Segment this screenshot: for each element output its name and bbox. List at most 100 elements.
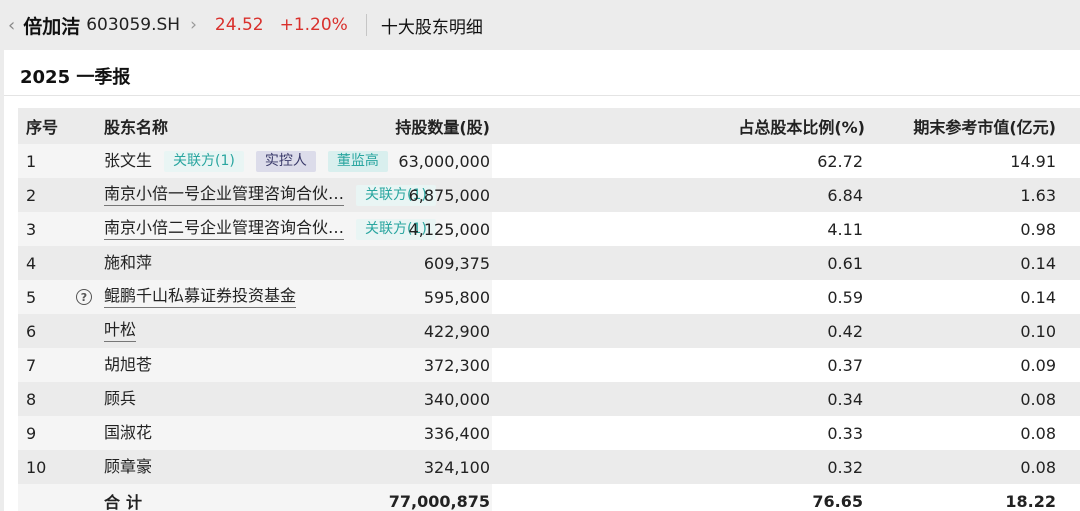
shareholder-name-link[interactable]: 国淑花 xyxy=(104,423,152,443)
shares-cell: 4,125,000 xyxy=(408,219,490,239)
price-change-pct: +1.20% xyxy=(279,15,348,35)
table-row[interactable]: 2 南京小倍一号企业管理咨询合伙… 关联方(1) 6,875,000 6.84 1.63 xyxy=(18,178,1080,212)
row-background xyxy=(492,246,1080,280)
tag-rel[interactable]: 关联方(1) xyxy=(164,150,244,172)
ratio-cell: 0.34 xyxy=(827,389,863,409)
table-row[interactable]: 9 国淑花 336,400 0.33 0.08 xyxy=(18,416,1080,450)
shares-cell: 324,100 xyxy=(423,457,490,477)
shareholder-name-cell: 国淑花 xyxy=(104,416,152,450)
row-index: 10 xyxy=(26,457,47,477)
row-index: 7 xyxy=(26,355,37,375)
table-row[interactable]: 5? 鲲鹏千山私募证券投资基金 595,800 0.59 0.14 xyxy=(18,280,1080,314)
row-index: 4 xyxy=(26,253,37,273)
table-row[interactable]: 8 顾兵 340,000 0.34 0.08 xyxy=(18,382,1080,416)
col-header-name[interactable]: 股东名称 xyxy=(104,108,168,144)
shareholder-name-cell: 张文生 关联方(1) 实控人 董监高 xyxy=(104,144,388,178)
table-row[interactable]: 4 施和萍 609,375 0.61 0.14 xyxy=(18,246,1080,280)
ratio-cell: 62.72 xyxy=(817,151,863,171)
header-divider xyxy=(365,14,367,36)
shares-cell: 609,375 xyxy=(423,253,490,273)
row-background xyxy=(492,348,1080,382)
chevron-left-icon[interactable]: ‹ xyxy=(8,15,15,36)
stock-price: 24.52 xyxy=(214,15,264,35)
market-value-cell: 0.14 xyxy=(1020,287,1056,307)
shareholder-table: 序号 股东名称 持股数量(股) 占总股本比例(%) 期末参考市值(亿元) 1 张文… xyxy=(18,108,1080,511)
shareholder-name-link[interactable]: 胡旭苍 xyxy=(104,355,152,375)
ratio-cell: 4.11 xyxy=(827,219,863,239)
section-divider xyxy=(4,95,1080,96)
row-background xyxy=(492,416,1080,450)
shares-cell: 422,900 xyxy=(423,321,490,341)
row-index: 2 xyxy=(26,185,37,205)
chevron-right-icon[interactable]: › xyxy=(190,15,197,35)
shares-cell: 336,400 xyxy=(423,423,490,443)
row-background xyxy=(492,450,1080,484)
table-row[interactable]: 3 南京小倍二号企业管理咨询合伙… 关联方(1) 4,125,000 4.11 0.98 xyxy=(18,212,1080,246)
shareholder-name-link[interactable]: 南京小倍二号企业管理咨询合伙… xyxy=(104,218,345,240)
row-background xyxy=(492,178,1080,212)
shareholder-name-link[interactable]: 顾章豪 xyxy=(104,457,152,477)
col-header-shares[interactable]: 持股数量(股) xyxy=(395,108,490,144)
shares-cell: 372,300 xyxy=(423,355,490,375)
row-background xyxy=(18,246,492,280)
shareholder-name-link[interactable]: 鲲鹏千山私募证券投资基金 xyxy=(104,286,297,308)
table-row[interactable]: 10 顾章豪 324,100 0.32 0.08 xyxy=(18,450,1080,484)
row-background xyxy=(18,416,492,450)
page-title: 十大股东明细 xyxy=(380,17,483,38)
market-value-cell: 0.08 xyxy=(1020,457,1056,477)
col-header-market-value[interactable]: 期末参考市值(亿元) xyxy=(913,108,1056,144)
shareholder-name-cell: 南京小倍二号企业管理咨询合伙… 关联方(1) xyxy=(104,212,436,246)
market-value-cell: 0.09 xyxy=(1020,355,1056,375)
market-value-cell: 14.91 xyxy=(1010,151,1056,171)
tag-exec[interactable]: 董监高 xyxy=(327,150,388,172)
row-index: 8 xyxy=(26,389,37,409)
table-row[interactable]: 1 张文生 关联方(1) 实控人 董监高 63,000,000 62.72 14.91 xyxy=(18,144,1080,178)
tag-ctl[interactable]: 实控人 xyxy=(255,150,316,172)
row-background xyxy=(492,144,1080,178)
shareholder-name-cell: 顾章豪 xyxy=(104,450,152,484)
row-background xyxy=(492,382,1080,416)
shareholder-name-link[interactable]: 顾兵 xyxy=(104,389,136,409)
row-background xyxy=(18,314,492,348)
col-header-index[interactable]: 序号 xyxy=(26,108,58,144)
ratio-cell: 6.84 xyxy=(827,185,863,205)
shareholder-name-cell: 南京小倍一号企业管理咨询合伙… 关联方(1) xyxy=(104,178,436,212)
table-header-row: 序号 股东名称 持股数量(股) 占总股本比例(%) 期末参考市值(亿元) xyxy=(18,108,1080,144)
shareholder-name-link[interactable]: 施和萍 xyxy=(104,253,152,273)
total-market-value: 18.22 xyxy=(1005,491,1056,511)
shares-cell: 6,875,000 xyxy=(408,185,490,205)
shareholder-name-link[interactable]: 南京小倍一号企业管理咨询合伙… xyxy=(104,184,345,206)
row-background xyxy=(18,348,492,382)
row-background xyxy=(492,484,1080,511)
ratio-cell: 0.59 xyxy=(827,287,863,307)
total-label: 合计 xyxy=(104,493,149,511)
row-background xyxy=(492,212,1080,246)
shares-cell: 340,000 xyxy=(423,389,490,409)
row-background xyxy=(492,280,1080,314)
shareholder-name-cell: 顾兵 xyxy=(104,382,136,416)
total-ratio: 76.65 xyxy=(812,491,863,511)
row-index: 6 xyxy=(26,321,37,341)
table-row[interactable]: 6 叶松 422,900 0.42 0.10 xyxy=(18,314,1080,348)
shareholder-name-link[interactable]: 叶松 xyxy=(104,320,137,342)
shareholder-name-cell: 叶松 xyxy=(104,314,137,348)
shareholder-name-cell: 施和萍 xyxy=(104,246,152,280)
content-card: 2025 一季报 序号 股东名称 持股数量(股) 占总股本比例(%) 期末参考市… xyxy=(4,50,1080,511)
stock-name[interactable]: 倍加洁 xyxy=(23,12,80,39)
shareholder-name-link[interactable]: 张文生 xyxy=(104,151,152,171)
row-index: 9 xyxy=(26,423,37,443)
table-row[interactable]: 7 胡旭苍 372,300 0.37 0.09 xyxy=(18,348,1080,382)
ratio-cell: 0.32 xyxy=(827,457,863,477)
row-index: 3 xyxy=(26,219,37,239)
row-background xyxy=(492,314,1080,348)
report-period-title: 2025 一季报 xyxy=(20,67,131,88)
row-background xyxy=(18,450,492,484)
market-value-cell: 1.63 xyxy=(1020,185,1056,205)
help-icon[interactable]: ? xyxy=(76,289,92,305)
shares-cell: 595,800 xyxy=(423,287,490,307)
ratio-cell: 0.33 xyxy=(827,423,863,443)
col-header-ratio[interactable]: 占总股本比例(%) xyxy=(738,108,865,144)
stock-code[interactable]: 603059.SH xyxy=(86,15,180,35)
top-bar: ‹ 倍加洁 603059.SH › 24.52 +1.20% 十大股东明细 xyxy=(0,0,1080,50)
shares-cell: 63,000,000 xyxy=(398,151,490,171)
